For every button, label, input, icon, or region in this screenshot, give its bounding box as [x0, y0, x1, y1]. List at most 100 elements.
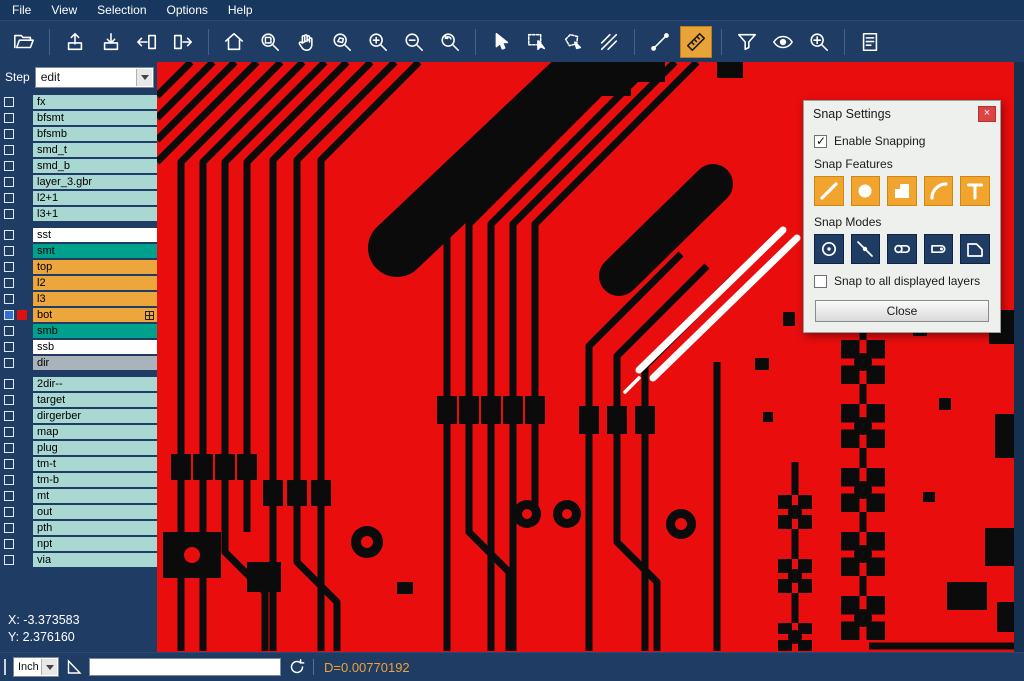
layer-visibility-checkbox[interactable]	[4, 230, 14, 240]
layer-name[interactable]: out	[33, 505, 157, 519]
layer-row-out[interactable]: out	[0, 504, 157, 520]
layer-visibility-checkbox[interactable]	[4, 379, 14, 389]
layer-name[interactable]: smb	[33, 324, 157, 338]
layer-row-ssb[interactable]: ssb	[0, 339, 157, 355]
layer-row-fx[interactable]: fx	[0, 94, 157, 110]
layer-name[interactable]: tm-b	[33, 473, 157, 487]
snap-mode-point-on-line-button[interactable]	[851, 234, 881, 264]
layer-name[interactable]: bfsmt	[33, 111, 157, 125]
snap-ruler-button[interactable]	[680, 26, 712, 58]
layer-row-layer_3.gbr[interactable]: layer_3.gbr	[0, 174, 157, 190]
layer-visibility-checkbox[interactable]	[4, 459, 14, 469]
layer-name[interactable]: dir	[33, 356, 157, 370]
layer-visibility-checkbox[interactable]	[4, 145, 14, 155]
measure-line-button[interactable]	[644, 26, 676, 58]
layer-visibility-checkbox[interactable]	[4, 294, 14, 304]
pan-hand-button[interactable]	[290, 26, 322, 58]
zoom-window-button[interactable]	[254, 26, 286, 58]
layer-row-plug[interactable]: plug	[0, 440, 157, 456]
layer-visibility-checkbox[interactable]	[4, 310, 14, 320]
layer-visibility-checkbox[interactable]	[4, 523, 14, 533]
layer-name[interactable]: 2dir--	[33, 377, 157, 391]
pcb-canvas[interactable]: Snap Settings × Enable Snapping Snap Fea…	[157, 62, 1014, 652]
snap-close-button[interactable]: Close	[815, 300, 989, 322]
export-up-button[interactable]	[59, 26, 91, 58]
snap-feature-arc-button[interactable]	[924, 176, 954, 206]
layer-row-l3+1[interactable]: l3+1	[0, 206, 157, 222]
zoom-polygon-button[interactable]	[326, 26, 358, 58]
report-list-button[interactable]	[854, 26, 886, 58]
snap-mode-center-button[interactable]	[814, 234, 844, 264]
snap-all-layers-checkbox[interactable]	[814, 275, 827, 288]
menu-help[interactable]: Help	[218, 1, 263, 19]
layer-row-l2[interactable]: l2	[0, 275, 157, 291]
snap-feature-line-button[interactable]	[814, 176, 844, 206]
import-down-button[interactable]	[95, 26, 127, 58]
zoom-out-button[interactable]	[398, 26, 430, 58]
layer-name[interactable]: map	[33, 425, 157, 439]
layer-visibility-checkbox[interactable]	[4, 113, 14, 123]
grid-icon[interactable]	[145, 311, 154, 320]
layer-visibility-checkbox[interactable]	[4, 475, 14, 485]
angle-icon[interactable]	[66, 659, 82, 675]
layer-visibility-checkbox[interactable]	[4, 443, 14, 453]
layer-row-l2+1[interactable]: l2+1	[0, 190, 157, 206]
layer-name[interactable]: plug	[33, 441, 157, 455]
layer-visibility-checkbox[interactable]	[4, 539, 14, 549]
layer-visibility-checkbox[interactable]	[4, 262, 14, 272]
enable-snapping-checkbox[interactable]	[814, 135, 827, 148]
layer-visibility-checkbox[interactable]	[4, 427, 14, 437]
import-left-button[interactable]	[131, 26, 163, 58]
snap-mode-slot-button[interactable]	[887, 234, 917, 264]
layer-row-npt[interactable]: npt	[0, 536, 157, 552]
layer-row-sst[interactable]: sst	[0, 227, 157, 243]
layer-visibility-checkbox[interactable]	[4, 395, 14, 405]
layer-name[interactable]: l2+1	[33, 191, 157, 205]
layer-name[interactable]: top	[33, 260, 157, 274]
layer-name[interactable]: tm-t	[33, 457, 157, 471]
layer-visibility-checkbox[interactable]	[4, 209, 14, 219]
layer-row-smd_b[interactable]: smd_b	[0, 158, 157, 174]
command-input[interactable]	[89, 658, 281, 676]
layer-name[interactable]: pth	[33, 521, 157, 535]
zoom-previous-button[interactable]	[434, 26, 466, 58]
layer-name[interactable]: npt	[33, 537, 157, 551]
layer-name[interactable]: dirgerber	[33, 409, 157, 423]
select-polygon-button[interactable]	[557, 26, 589, 58]
layer-name[interactable]: sst	[33, 228, 157, 242]
step-select[interactable]: edit	[35, 67, 154, 88]
layer-visibility-checkbox[interactable]	[4, 326, 14, 336]
layer-name[interactable]: l2	[33, 276, 157, 290]
snap-dialog-titlebar[interactable]: Snap Settings ×	[804, 101, 1000, 126]
layer-name[interactable]: l3+1	[33, 207, 157, 221]
export-right-button[interactable]	[167, 26, 199, 58]
layer-name[interactable]: mt	[33, 489, 157, 503]
layer-row-tm-b[interactable]: tm-b	[0, 472, 157, 488]
layer-visibility-checkbox[interactable]	[4, 507, 14, 517]
layer-row-top[interactable]: top	[0, 259, 157, 275]
open-folder-button[interactable]	[8, 26, 40, 58]
layer-name[interactable]: smd_b	[33, 159, 157, 173]
layer-visibility-checkbox[interactable]	[4, 278, 14, 288]
layer-row-tm-t[interactable]: tm-t	[0, 456, 157, 472]
menu-selection[interactable]: Selection	[87, 1, 156, 19]
layer-visibility-checkbox[interactable]	[4, 555, 14, 565]
unit-select[interactable]: Inch	[13, 657, 59, 677]
home-button[interactable]	[218, 26, 250, 58]
layer-row-via[interactable]: via	[0, 552, 157, 568]
layer-name[interactable]: smt	[33, 244, 157, 258]
hatch-button[interactable]	[593, 26, 625, 58]
layer-visibility-checkbox[interactable]	[4, 358, 14, 368]
close-button[interactable]: ×	[978, 106, 996, 122]
snap-mode-outline-button[interactable]	[960, 234, 990, 264]
layer-visibility-checkbox[interactable]	[4, 193, 14, 203]
layer-name[interactable]: bfsmb	[33, 127, 157, 141]
menu-options[interactable]: Options	[157, 1, 218, 19]
layer-row-map[interactable]: map	[0, 424, 157, 440]
layer-name[interactable]: bot	[33, 308, 157, 322]
layer-row-bfsmt[interactable]: bfsmt	[0, 110, 157, 126]
layer-visibility-checkbox[interactable]	[4, 129, 14, 139]
layer-visibility-checkbox[interactable]	[4, 161, 14, 171]
unit-select-arrow-button[interactable]	[41, 659, 57, 675]
menu-view[interactable]: View	[41, 1, 87, 19]
